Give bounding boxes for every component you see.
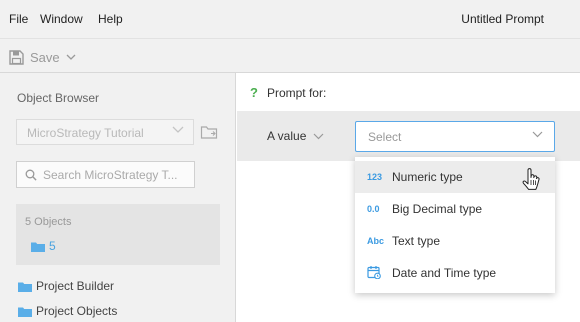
- window-title: Untitled Prompt: [461, 12, 544, 26]
- search-icon: [25, 169, 37, 181]
- menu-window[interactable]: Window: [40, 12, 83, 26]
- search-input[interactable]: Search MicroStrategy T...: [16, 161, 195, 188]
- folder-item[interactable]: 5: [31, 239, 56, 253]
- hand-pointer-cursor-icon: [522, 168, 540, 190]
- chevron-down-icon: [532, 131, 543, 138]
- folder-icon: [31, 242, 45, 252]
- menu-help[interactable]: Help: [98, 12, 123, 26]
- menu-item-label: Text type: [392, 234, 441, 248]
- menu-file[interactable]: File: [9, 12, 28, 26]
- chevron-down-icon: [313, 133, 324, 139]
- project-select[interactable]: MicroStrategy Tutorial: [16, 119, 194, 145]
- help-question-icon: ?: [250, 85, 258, 100]
- menu-item-label: Numeric type: [392, 170, 463, 184]
- menu-item-big-decimal-type[interactable]: 0.0 Big Decimal type: [355, 193, 555, 225]
- value-type-dropdown[interactable]: A value: [267, 129, 324, 143]
- objects-panel: 5 Objects 5: [16, 204, 220, 265]
- calendar-icon: [367, 266, 381, 280]
- decimal-type-icon: 0.0: [367, 204, 380, 214]
- object-browser-pane: Object Browser MicroStrategy Tutorial Se…: [0, 73, 236, 322]
- data-type-select[interactable]: Select: [355, 121, 555, 152]
- floppy-disk-icon: [9, 49, 24, 65]
- prompt-for-header: ? Prompt for:: [250, 85, 326, 100]
- menu-item-label: Big Decimal type: [392, 202, 483, 216]
- toolbar: Save: [0, 38, 580, 73]
- menu-item-text-type[interactable]: Abc Text type: [355, 225, 555, 257]
- save-button[interactable]: Save: [9, 48, 76, 66]
- prompt-for-label: Prompt for:: [266, 85, 327, 100]
- menu-bar: File Window Help Untitled Prompt: [0, 0, 580, 38]
- save-label: Save: [30, 49, 60, 65]
- folder-icon: [18, 282, 32, 292]
- select-placeholder: Select: [368, 130, 402, 144]
- tree-item-label: Project Objects: [36, 304, 118, 318]
- chevron-down-icon: [172, 126, 184, 133]
- objects-count: 5 Objects: [25, 216, 72, 228]
- text-type-icon: Abc: [367, 236, 385, 246]
- chevron-down-icon[interactable]: [66, 54, 76, 60]
- folder-item-label: 5: [49, 239, 56, 253]
- folder-icon: [18, 307, 32, 317]
- tree-item-project-builder[interactable]: Project Builder: [18, 279, 114, 293]
- tree-item-label: Project Builder: [36, 279, 115, 293]
- project-select-value: MicroStrategy Tutorial: [27, 126, 144, 140]
- prompt-row: A value Select: [237, 111, 580, 161]
- numeric-type-icon: 123: [367, 172, 383, 182]
- tree-item-project-objects[interactable]: Project Objects: [18, 304, 117, 318]
- folder-browse-icon[interactable]: [200, 123, 218, 141]
- object-browser-title: Object Browser: [17, 91, 100, 105]
- calendar-icon-wrapper: [355, 265, 392, 281]
- value-type-label: A value: [267, 129, 307, 143]
- menu-item-date-time-type[interactable]: Date and Time type: [355, 257, 555, 289]
- search-placeholder: Search MicroStrategy T...: [43, 168, 178, 182]
- menu-item-label: Date and Time type: [392, 266, 497, 280]
